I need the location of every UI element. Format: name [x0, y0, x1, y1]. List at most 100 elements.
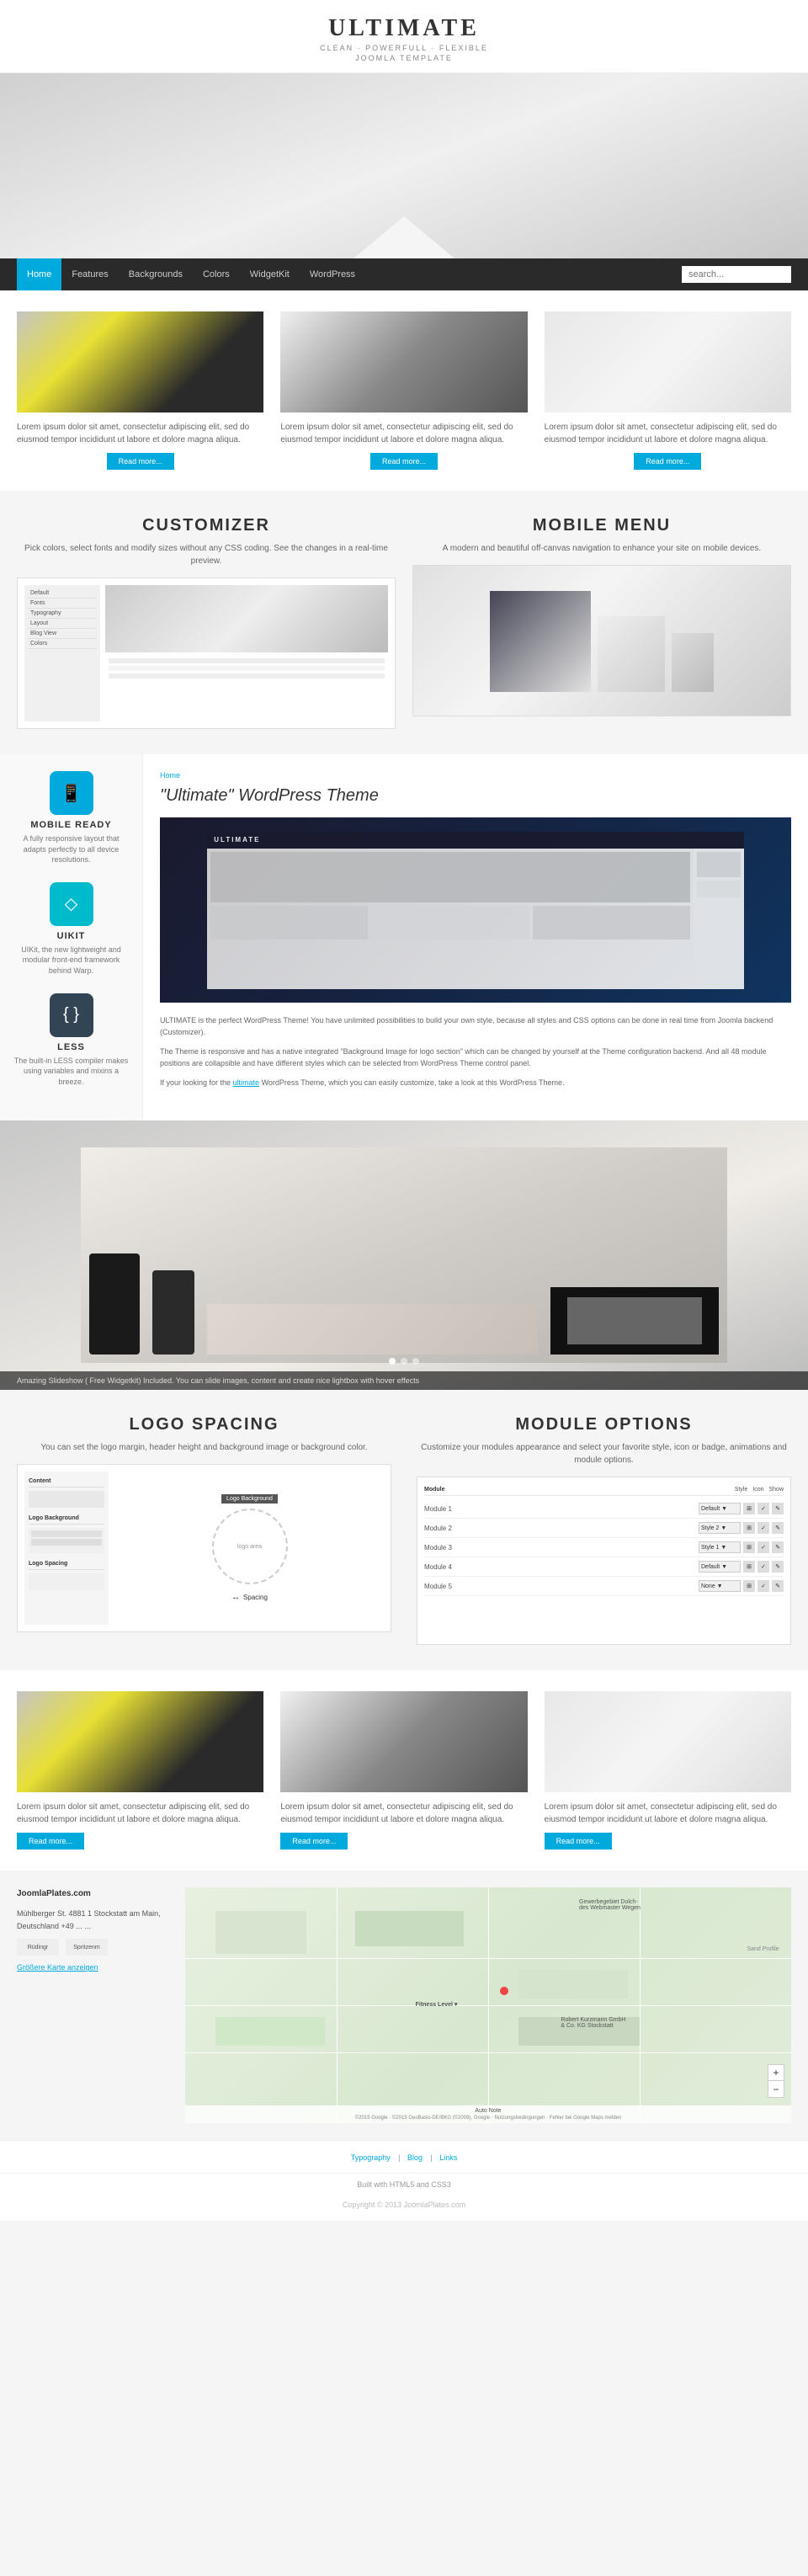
bottom-text-3: Lorem ipsum dolor sit amet, consectetur …	[545, 1801, 791, 1826]
mobile-preview	[412, 565, 791, 716]
mobile-ready-desc: A fully responsive layout that adapts pe…	[13, 833, 130, 865]
logo-spacing-desc: You can set the logo margin, header heig…	[17, 1441, 391, 1454]
uikit-desc: UIKit, the new lightweight and modular f…	[13, 945, 130, 977]
map-zoom-in[interactable]: +	[768, 2064, 784, 2081]
module-options-desc: Customize your modules appearance and se…	[417, 1441, 791, 1466]
nav-item-home[interactable]: Home	[17, 258, 61, 290]
footer-link-typography[interactable]: Typography	[351, 2153, 391, 2162]
less-icon: { }	[50, 993, 93, 1037]
logo-bg-badge: Logo Background	[221, 1494, 278, 1504]
logo-template-label: JOOMLA TEMPLATE	[0, 54, 808, 62]
module-style-select[interactable]: Default ▼	[699, 1503, 741, 1514]
company-address: Mühlberger St. 4881 1 Stockstatt am Main…	[17, 1908, 168, 1932]
map-logo-2: Spritzenm	[66, 1939, 108, 1956]
wp-screenshot: ULTIMATE	[160, 817, 791, 1003]
module-row-3: Module 3 Style 1 ▼ ⊞ ✓ ✎	[424, 1538, 784, 1557]
wp-left: 📱 MOBILE READY A fully responsive layout…	[0, 754, 143, 1120]
uikit-title: UIKIT	[57, 931, 86, 941]
feature-text-3: Lorem ipsum dolor sit amet, consectetur …	[545, 421, 791, 446]
map-link[interactable]: Größere Karte anzeigen	[17, 1963, 98, 1972]
mobile-ready-feature: 📱 MOBILE READY A fully responsive layout…	[13, 771, 130, 865]
logo-module-section: LOGO SPACING You can set the logo margin…	[0, 1390, 808, 1670]
logo-spacing-half: LOGO SPACING You can set the logo margin…	[17, 1415, 391, 1645]
nav-item-features[interactable]: Features	[61, 258, 118, 290]
cs-item-2: Fonts	[28, 599, 97, 609]
wp-right: Home "Ultimate" WordPress Theme ULTIMATE	[143, 754, 808, 1120]
read-more-btn-2[interactable]: Read more...	[370, 453, 438, 470]
cs-item-1: Default	[28, 588, 97, 599]
wp-body-2: The Theme is responsive and has a native…	[160, 1046, 791, 1070]
nav-item-backgrounds[interactable]: Backgrounds	[119, 258, 193, 290]
read-more-btn-1[interactable]: Read more...	[107, 453, 174, 470]
bottom-read-more-3[interactable]: Read more...	[545, 1833, 612, 1850]
read-more-btn-3[interactable]: Read more...	[634, 453, 701, 470]
wp-theme-title: "Ultimate" WordPress Theme	[160, 786, 791, 806]
customizer-section: CUSTOMIZER Pick colors, select fonts and…	[17, 516, 396, 729]
module-toggle-btn[interactable]: ✓	[758, 1503, 769, 1514]
bottom-read-more-2[interactable]: Read more...	[280, 1833, 348, 1850]
navbar: Home Features Backgrounds Colors WidgetK…	[0, 258, 808, 290]
hero-divider: Amazing Slideshow ( Free Widgetkit) Incl…	[0, 1120, 808, 1390]
header-top: ULTIMATE CLEAN · POWERFULL · FLEXIBLE JO…	[0, 0, 808, 73]
feature-col-1: Lorem ipsum dolor sit amet, consectetur …	[17, 311, 263, 470]
nav-item-widgetkit[interactable]: WidgetKit	[240, 258, 300, 290]
bottom-col-1: Lorem ipsum dolor sit amet, consectetur …	[17, 1691, 263, 1850]
spacing-label: ↔ Spacing	[231, 1593, 268, 1602]
bottom-col-2: Lorem ipsum dolor sit amet, consectetur …	[280, 1691, 527, 1850]
ls-section-spacing: Logo Spacing	[29, 1558, 104, 1570]
nav-item-colors[interactable]: Colors	[193, 258, 240, 290]
module-options-half: MODULE OPTIONS Customize your modules ap…	[417, 1415, 791, 1645]
cs-item-5: Blog View	[28, 629, 97, 639]
wp-body-3-text: If your looking for the	[160, 1078, 233, 1087]
mobile-menu-section: MOBILE MENU A modern and beautiful off-c…	[412, 516, 791, 729]
wp-section: 📱 MOBILE READY A fully responsive layout…	[0, 754, 808, 1120]
two-features-section: CUSTOMIZER Pick colors, select fonts and…	[0, 491, 808, 754]
mobile-ready-icon: 📱	[50, 771, 93, 815]
logo-tagline: CLEAN · POWERFULL · FLEXIBLE	[0, 44, 808, 52]
bottom-text-1: Lorem ipsum dolor sit amet, consectetur …	[17, 1801, 263, 1826]
feature-image-2	[280, 311, 527, 412]
map-logo-1: Rüdingr	[17, 1939, 59, 1956]
customizer-desc: Pick colors, select fonts and modify siz…	[17, 542, 396, 567]
footer-links: Typography | Blog | Links	[0, 2140, 808, 2173]
module-icon-btn[interactable]: ⊞	[743, 1503, 755, 1514]
map-zoom-out[interactable]: −	[768, 2081, 784, 2098]
wp-body-1: ULTIMATE is the perfect WordPress Theme!…	[160, 1014, 791, 1039]
feature-col-3: Lorem ipsum dolor sit amet, consectetur …	[545, 311, 791, 470]
logo-title: ULTIMATE	[0, 15, 808, 42]
map-container: Fitness Level ▾ Robert Kurzmann GmbH& Co…	[185, 1887, 791, 2123]
footer-link-links[interactable]: Links	[439, 2153, 457, 2162]
bottom-read-more-1[interactable]: Read more...	[17, 1833, 84, 1850]
company-name: JoomlaPlates.com	[17, 1887, 168, 1901]
module-preview: Module Style Icon Show Module 1 Default …	[417, 1477, 791, 1645]
bottom-features-section: Lorem ipsum dolor sit amet, consectetur …	[0, 1670, 808, 1871]
uikit-icon: ◇	[50, 882, 93, 926]
search-input[interactable]	[682, 266, 791, 283]
map-left: JoomlaPlates.com Mühlberger St. 4881 1 S…	[17, 1887, 168, 2123]
customizer-preview: Default Fonts Typography Layout Blog Vie…	[17, 577, 396, 729]
nav-item-wordpress[interactable]: WordPress	[300, 258, 365, 290]
feature-image-1	[17, 311, 263, 412]
bottom-col-3: Lorem ipsum dolor sit amet, consectetur …	[545, 1691, 791, 1850]
features-section: Lorem ipsum dolor sit amet, consectetur …	[0, 290, 808, 491]
header-hero	[0, 73, 808, 258]
wp-link[interactable]: ultimate	[233, 1078, 260, 1087]
module-edit-btn[interactable]: ✎	[772, 1503, 784, 1514]
feature-text-1: Lorem ipsum dolor sit amet, consectetur …	[17, 421, 263, 446]
feature-col-2: Lorem ipsum dolor sit amet, consectetur …	[280, 311, 527, 470]
module-row-1: Module 1 Default ▼ ⊞ ✓ ✎	[424, 1499, 784, 1519]
less-title: LESS	[57, 1042, 85, 1052]
customizer-title: CUSTOMIZER	[17, 516, 396, 535]
map-pin	[500, 1987, 508, 1995]
logo-spacing-title: LOGO SPACING	[17, 1415, 391, 1434]
feature-text-2: Lorem ipsum dolor sit amet, consectetur …	[280, 421, 527, 446]
logo-circle: logo area	[212, 1509, 288, 1584]
footer-sep-2: |	[430, 2153, 434, 2162]
hero-caption: Amazing Slideshow ( Free Widgetkit) Incl…	[0, 1371, 808, 1390]
module-row-5: Module 5 None ▼ ⊞ ✓ ✎	[424, 1577, 784, 1596]
module-row-2: Module 2 Style 2 ▼ ⊞ ✓ ✎	[424, 1519, 784, 1538]
less-feature: { } LESS The built-in LESS compiler make…	[13, 993, 130, 1088]
bottom-image-2	[280, 1691, 527, 1792]
footer-link-blog[interactable]: Blog	[407, 2153, 423, 2162]
cs-item-4: Layout	[28, 619, 97, 629]
